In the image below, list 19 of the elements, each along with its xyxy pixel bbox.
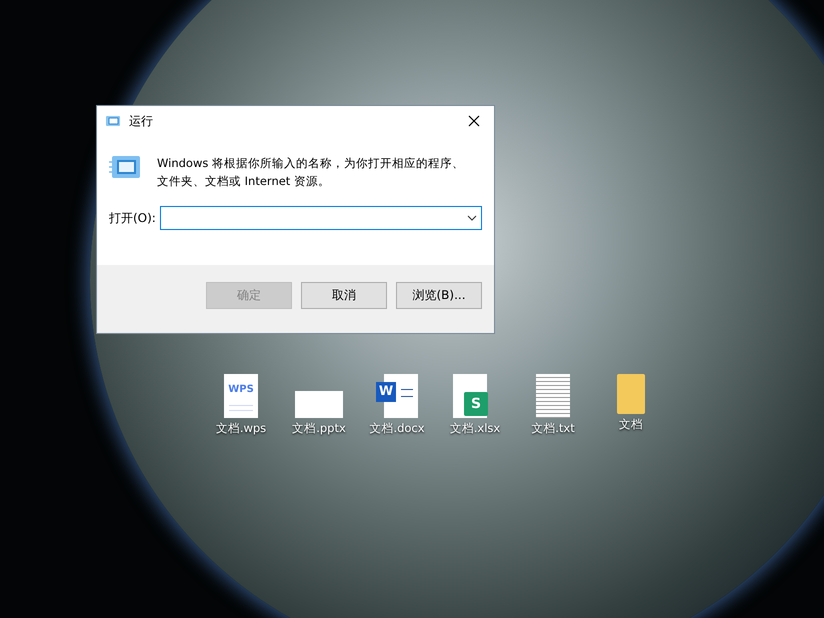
- open-label: 打开(O):: [109, 210, 156, 227]
- file-name-label[interactable]: 文档.wps: [216, 420, 266, 438]
- window-title: 运行: [129, 113, 153, 130]
- dropdown-caret-icon[interactable]: [467, 215, 477, 221]
- open-combo-field[interactable]: [160, 206, 482, 230]
- file-name-label[interactable]: 文档.pptx: [292, 420, 346, 438]
- run-icon: [109, 154, 141, 180]
- wps-file-icon[interactable]: WPS: [224, 374, 258, 418]
- cancel-button[interactable]: 取消: [301, 282, 387, 308]
- slide-thumbnail-icon[interactable]: [295, 391, 343, 418]
- instruction-text: Windows 将根据你所输入的名称，为你打开相应的程序、文件夹、文档或 Internet 资源。: [157, 155, 465, 190]
- file-name-label[interactable]: 文档.txt: [531, 420, 575, 438]
- text-file-icon[interactable]: [536, 374, 570, 418]
- spreadsheet-file-icon[interactable]: S: [453, 374, 487, 418]
- file-name-label[interactable]: 文档: [619, 416, 643, 434]
- file-name-label[interactable]: 文档.xlsx: [450, 420, 500, 438]
- run-icon: [105, 115, 121, 127]
- file-name-label[interactable]: 文档.docx: [369, 420, 425, 438]
- browse-button[interactable]: 浏览(B)...: [396, 282, 482, 308]
